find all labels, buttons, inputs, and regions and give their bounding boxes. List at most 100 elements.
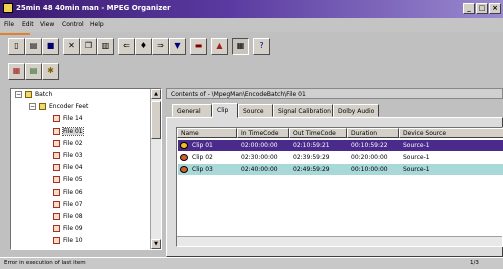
file-icon bbox=[53, 237, 60, 245]
minimize-button[interactable]: _ bbox=[463, 3, 475, 14]
play-icon[interactable]: ♦ bbox=[135, 38, 152, 55]
tree-folder[interactable]: − Batch bbox=[15, 91, 52, 98]
cell-name: Clip 03 bbox=[178, 164, 238, 175]
column-header-duration[interactable]: Duration bbox=[347, 128, 399, 138]
tab-signal-calibration[interactable]: Signal Calibration bbox=[273, 104, 333, 117]
table-cell: 00:10:59:22 bbox=[351, 142, 388, 149]
status-message: Error in execution of last item bbox=[4, 260, 86, 266]
menu-control[interactable]: Control bbox=[62, 21, 84, 28]
help-icon[interactable]: ? bbox=[253, 38, 270, 55]
table-cell: Source-1 bbox=[403, 154, 430, 161]
table-cell: 00:20:00:00 bbox=[351, 154, 388, 161]
file-icon bbox=[53, 225, 60, 233]
tree-file-item[interactable]: File 08 bbox=[53, 213, 83, 220]
tree-file-item[interactable]: File 06 bbox=[53, 188, 83, 196]
stop-icon[interactable]: ▼ bbox=[169, 38, 186, 55]
rewind-icon[interactable]: ⇐ bbox=[118, 38, 135, 55]
title-bar: 25min 48 40min man - MPEG Organizer _ □ … bbox=[0, 0, 503, 18]
tree-file-item[interactable]: File 09 bbox=[53, 225, 83, 233]
file-icon bbox=[53, 152, 60, 159]
tree-file-item[interactable]: File 01 bbox=[53, 126, 84, 136]
properties-icon[interactable]: ▦ bbox=[232, 38, 249, 55]
settings-icon[interactable]: ✱ bbox=[42, 63, 59, 80]
tree-scrollbar[interactable]: ▲ ▼ bbox=[150, 89, 161, 249]
tree-file-item[interactable]: File 07 bbox=[53, 200, 83, 208]
column-header-name[interactable]: Name bbox=[177, 128, 237, 138]
encode-icon[interactable]: ▲ bbox=[211, 38, 228, 55]
scroll-up-icon[interactable]: ▲ bbox=[151, 89, 161, 99]
tab-general[interactable]: General bbox=[172, 104, 212, 117]
clip-icon bbox=[180, 154, 188, 161]
record-icon[interactable]: ▬ bbox=[190, 38, 207, 55]
batch-tree[interactable]: ▲ ▼ − Batch − Encoder Feet File 14 File 01 Fil… bbox=[10, 88, 162, 250]
cut-icon[interactable]: ✕ bbox=[63, 38, 80, 55]
tab-clip[interactable]: Clip bbox=[212, 103, 238, 118]
table-cell: 02:40:00:00 bbox=[241, 166, 278, 173]
table-row[interactable]: Clip 02 02:30:00:00 02:39:59:29 00:20:00:00… bbox=[178, 152, 503, 163]
column-header-out-timecode[interactable]: Out TimeCode bbox=[289, 128, 347, 138]
paste-icon[interactable]: ▥ bbox=[97, 38, 114, 55]
column-header-in-timecode[interactable]: In TimeCode bbox=[237, 128, 289, 138]
clip-icon bbox=[180, 142, 188, 149]
tree-item-label: File 06 bbox=[63, 188, 83, 196]
table-cell: 02:30:00:00 bbox=[241, 154, 278, 161]
column-header-device-source[interactable]: Device Source bbox=[399, 128, 503, 138]
menu-view[interactable]: View bbox=[40, 21, 54, 28]
file-icon bbox=[53, 139, 60, 147]
close-button[interactable]: × bbox=[489, 3, 501, 14]
tab-strip: General Clip Source Signal Calibration D… bbox=[166, 103, 503, 118]
list-horizontal-scrollbar[interactable] bbox=[177, 236, 502, 246]
tree-item-label: File 01 bbox=[62, 126, 84, 136]
tree-item-label: File 02 bbox=[63, 139, 83, 147]
table-cell: 02:49:59:29 bbox=[293, 166, 330, 173]
tree-file-item[interactable]: File 05 bbox=[53, 176, 83, 184]
clip-name: Clip 03 bbox=[192, 166, 213, 173]
tree-folder[interactable]: − Encoder Feet bbox=[29, 103, 88, 111]
tree-item-label: File 09 bbox=[63, 225, 83, 233]
open-icon[interactable]: ▤ bbox=[25, 38, 42, 55]
window-title: 25min 48 40min man - MPEG Organizer bbox=[16, 4, 171, 12]
menu-bar: File Edit View Control Help bbox=[0, 18, 503, 32]
file-icon bbox=[53, 188, 60, 196]
cell-name: Clip 02 bbox=[178, 152, 238, 163]
main-toolbar: ▯ ▤ ■ ✕ ❐ ▥ ⇐ ♦ ⇒ ▼ ▬ ▲ ▦ ? bbox=[0, 38, 503, 58]
queue-icon[interactable]: ▤ bbox=[25, 63, 42, 80]
tree-file-item[interactable]: File 03 bbox=[53, 152, 83, 159]
tree-file-item[interactable]: File 14 bbox=[53, 115, 83, 123]
contents-path: Contents of - \MpegMan\EncodeBatch\File … bbox=[166, 88, 503, 99]
status-bar: Error in execution of last item 1/3 bbox=[0, 257, 503, 269]
tree-item-label: File 05 bbox=[63, 176, 83, 184]
collapse-icon[interactable]: − bbox=[29, 103, 36, 111]
tree-file-item[interactable]: File 04 bbox=[53, 164, 83, 172]
copy-icon[interactable]: ❐ bbox=[80, 38, 97, 55]
scroll-down-icon[interactable]: ▼ bbox=[151, 239, 161, 249]
tree-item-label: File 03 bbox=[63, 152, 83, 159]
save-icon[interactable]: ■ bbox=[42, 38, 59, 55]
tree-item-label: File 08 bbox=[63, 213, 83, 220]
scroll-thumb[interactable] bbox=[151, 101, 161, 139]
table-cell: Source-1 bbox=[403, 142, 430, 149]
table-cell: 02:10:59:21 bbox=[293, 142, 330, 149]
fast-forward-icon[interactable]: ⇒ bbox=[152, 38, 169, 55]
menu-file[interactable]: File bbox=[4, 21, 14, 28]
file-icon bbox=[53, 176, 60, 184]
table-cell: Source-1 bbox=[403, 166, 430, 173]
maximize-button[interactable]: □ bbox=[476, 3, 488, 14]
menu-help[interactable]: Help bbox=[90, 21, 104, 28]
cell-name: Clip 01 bbox=[178, 140, 238, 151]
table-row[interactable]: Clip 03 02:40:00:00 02:49:59:29 00:10:00:00… bbox=[178, 164, 503, 175]
tree-item-label: File 10 bbox=[63, 237, 83, 245]
menu-edit[interactable]: Edit bbox=[22, 21, 34, 28]
clip-list[interactable]: Name In TimeCode Out TimeCode Duration D… bbox=[176, 127, 503, 247]
tree-file-item[interactable]: File 10 bbox=[53, 237, 83, 245]
batch-icon[interactable]: ▦ bbox=[8, 63, 25, 80]
tree-item-label: File 14 bbox=[63, 115, 83, 123]
tab-dolby-audio[interactable]: Dolby Audio bbox=[333, 104, 379, 117]
file-icon bbox=[53, 164, 60, 172]
tree-file-item[interactable]: File 02 bbox=[53, 139, 83, 147]
folder-icon bbox=[39, 103, 46, 111]
new-icon[interactable]: ▯ bbox=[8, 38, 25, 55]
table-row[interactable]: Clip 01 02:00:00:00 02:10:59:21 00:10:59:22… bbox=[178, 140, 503, 151]
tab-source[interactable]: Source bbox=[238, 104, 273, 117]
collapse-icon[interactable]: − bbox=[15, 91, 22, 98]
